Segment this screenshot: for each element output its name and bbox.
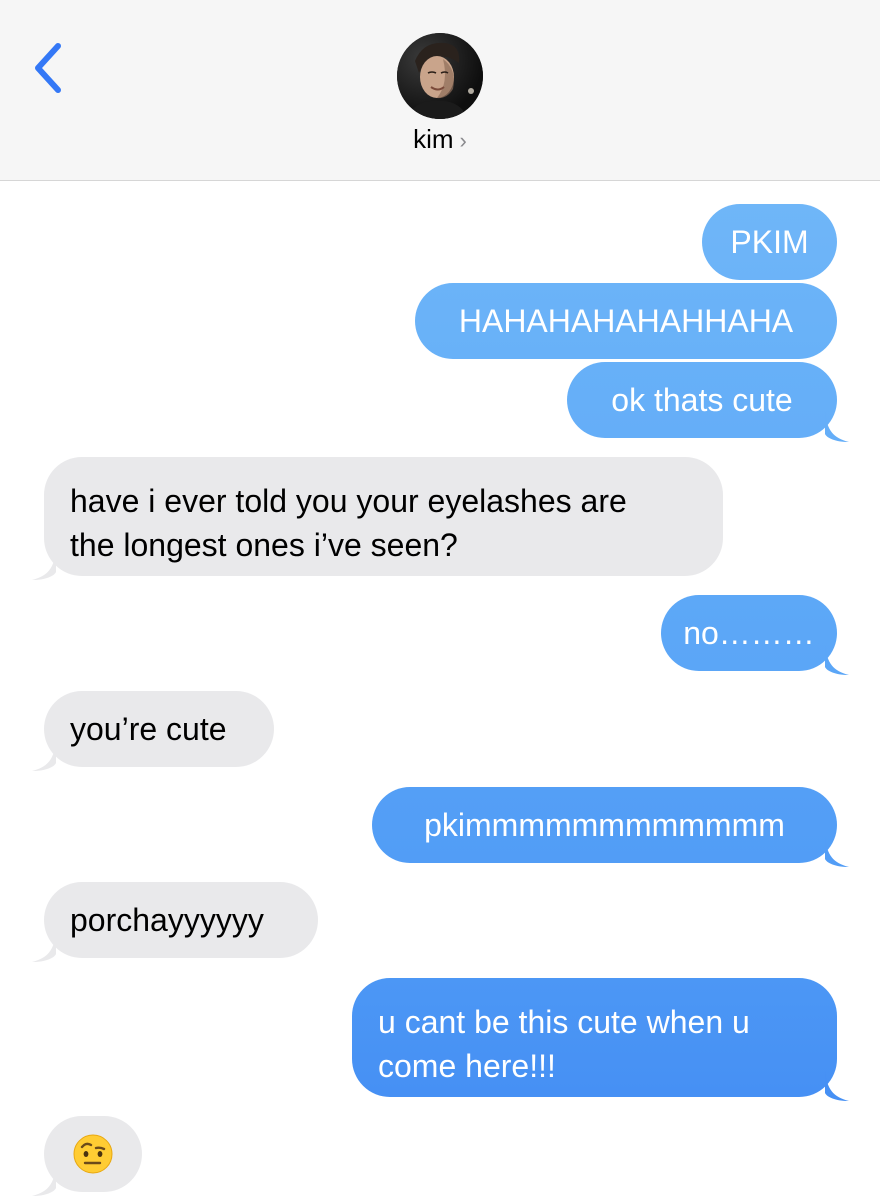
message-line: the longest ones i’ve seen? <box>70 527 458 563</box>
message-line: have i ever told you your eyelashes are <box>70 483 627 519</box>
message-text: you’re cute <box>70 711 227 747</box>
conversation-header: kim › <box>0 0 880 181</box>
message-text: pkimmmmmmmmmmmm <box>424 807 785 843</box>
bubble-tail <box>825 837 849 867</box>
chevron-left-icon <box>35 43 61 93</box>
sent-message[interactable]: pkimmmmmmmmmmmm <box>372 787 849 867</box>
message-text: HAHAHAHAHAHHAHA <box>458 303 794 339</box>
bubble-tail <box>825 412 849 442</box>
sent-message[interactable]: HAHAHAHAHAHHAHA <box>415 283 837 359</box>
message-text: porchayyyyyy <box>70 902 264 938</box>
message-text: no……… <box>683 615 815 651</box>
contact-avatar[interactable] <box>397 33 483 119</box>
chevron-right-icon: › <box>459 128 467 153</box>
bubble-tail <box>32 932 56 962</box>
contact-name: kim <box>413 124 454 154</box>
back-button[interactable] <box>28 38 72 98</box>
bubble-tail <box>32 1166 56 1196</box>
bubble-tail <box>825 645 849 675</box>
avatar-photo <box>397 33 483 119</box>
raised-eyebrow-emoji: 🤨 <box>73 1134 113 1174</box>
contact-name-button[interactable]: kim › <box>0 124 880 155</box>
bubble-tail <box>32 741 56 771</box>
messages-screen: kim › PKIM HAHAHAHAHAHHAHA ok thats cute … <box>0 0 880 1200</box>
sent-message[interactable]: ok thats cute <box>567 362 849 442</box>
received-message[interactable]: porchayyyyyy <box>32 882 318 962</box>
sent-message[interactable]: PKIM <box>702 204 837 280</box>
bubble-tail <box>825 1071 849 1101</box>
received-message[interactable]: 🤨 <box>32 1116 142 1196</box>
message-text: ok thats cute <box>611 382 793 418</box>
received-message[interactable]: you’re cute <box>32 691 274 771</box>
message-line: u cant be this cute when u <box>378 1004 750 1040</box>
bubble-tail <box>32 550 56 580</box>
sent-message[interactable]: u cant be this cute when u come here!!! <box>352 978 849 1101</box>
message-text: PKIM <box>730 224 809 260</box>
received-message[interactable]: have i ever told you your eyelashes are … <box>32 457 723 580</box>
message-line: come here!!! <box>378 1048 556 1084</box>
sent-message[interactable]: no……… <box>661 595 849 675</box>
